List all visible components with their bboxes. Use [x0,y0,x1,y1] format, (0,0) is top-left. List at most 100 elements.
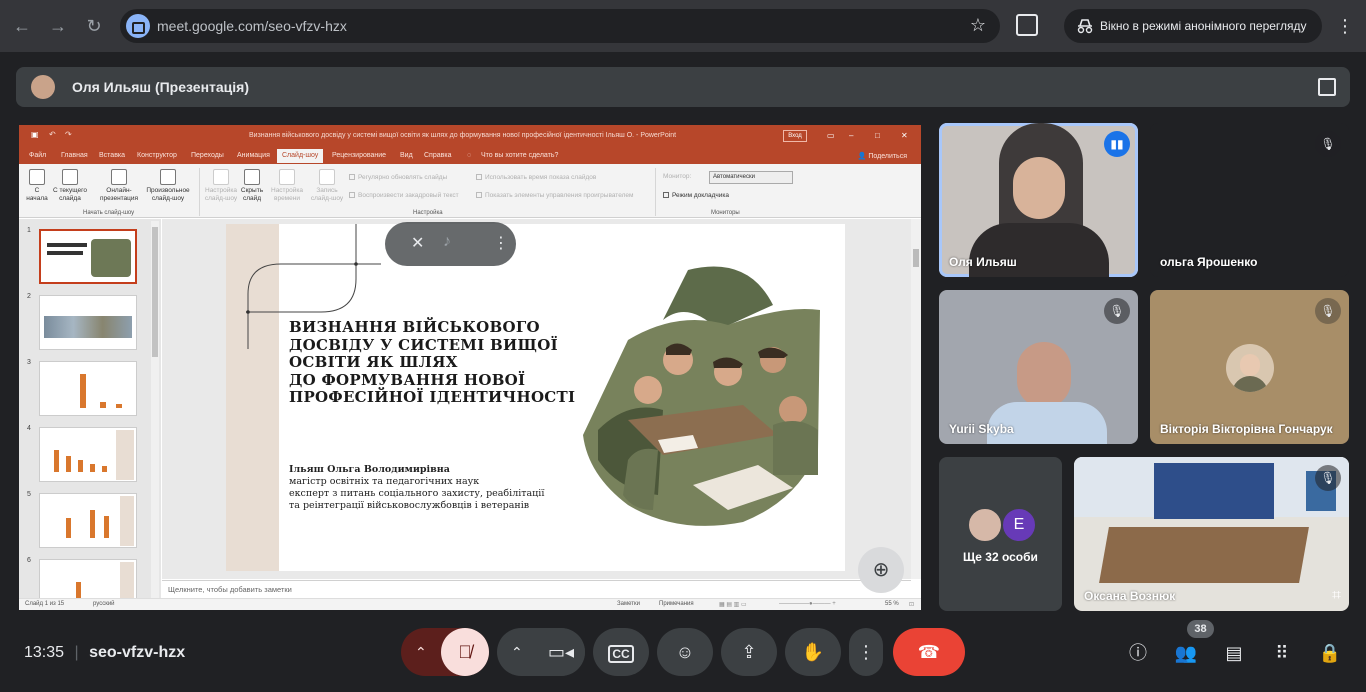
more-options-icon[interactable]: ⋮ [493,233,509,253]
thumb-number: 6 [27,557,31,564]
from-start-button[interactable]: С начала [25,169,49,203]
others-tile[interactable]: E Ще 32 особи [939,457,1062,611]
redo-icon[interactable]: ↷ [65,130,72,139]
room-banner [1154,463,1274,519]
extensions-icon[interactable] [1016,14,1038,36]
tab-help[interactable]: Справка [424,152,451,159]
camera-toggle-button[interactable]: ▭◂ [537,628,585,676]
rehearse-timings-button[interactable]: Настройка времени [269,169,305,203]
present-screen-button[interactable]: ⇪ [721,628,777,676]
notes-pane[interactable]: Щелкните, чтобы добавить заметки [162,580,911,598]
slide-thumbnail[interactable] [39,559,137,600]
slide-scrollbar[interactable] [911,219,921,579]
ribbon-options-icon[interactable]: ▭ [827,131,835,140]
participant-tile[interactable]: 🎙 Оксана Вознюк ⌗ [1074,457,1349,611]
tab-file[interactable]: Файл [29,152,46,159]
activities-button[interactable]: ⠿ [1269,640,1295,666]
option-timings[interactable]: Использовать время показа слайдов [476,174,596,182]
record-slideshow-button[interactable]: Запись слайд-шоу [307,169,347,203]
presenter-view-option[interactable]: Режим докладчика [663,192,729,200]
audio-options-chevron-icon[interactable]: ⌃ [415,628,427,676]
people-button[interactable]: 👥 [1173,640,1199,666]
participant-tile[interactable]: 🎙 ольга Ярошенко [1150,123,1349,277]
slide-thumbnail[interactable] [39,493,137,548]
present-icon: ⇪ [741,642,757,662]
maximize-icon[interactable]: □ [875,131,880,140]
crop-icon[interactable]: ⌗ [1332,587,1341,605]
online-presentation-button[interactable]: Онлайн-презентация [93,169,145,203]
slide-thumbnail[interactable] [39,361,137,416]
host-controls-button[interactable]: 🔒 [1317,640,1343,666]
option-narration[interactable]: Воспроизвести закадровый текст [349,192,459,200]
tab-view[interactable]: Вид [400,152,413,159]
comments-toggle[interactable]: Примечания [659,601,694,607]
reactions-button[interactable]: ☺ [657,628,713,676]
slideshow-current-icon [62,169,78,185]
people-icon: 👥 [1174,643,1198,663]
minimize-icon[interactable]: – [849,131,853,140]
notes-toggle[interactable]: Заметки [617,601,640,607]
slide-title-line: ПРОФЕСІЙНОЇ ІДЕНТИЧНОСТІ [289,388,576,406]
raise-hand-button[interactable]: ✋ [785,628,841,676]
participant-tile[interactable]: 🎙 Вікторія Вікторівна Гончарук [1150,290,1349,444]
video-options-chevron-icon[interactable]: ⌃ [511,628,523,676]
tab-review[interactable]: Рецензирование [332,152,386,159]
site-info-icon[interactable] [126,14,150,38]
zoom-in-button[interactable]: ⊕ [858,547,904,593]
mic-off-icon[interactable]: ✕ [411,233,424,253]
tab-home[interactable]: Главная [61,152,88,159]
tell-me-search[interactable]: Что вы хотите сделать? [481,152,558,159]
browser-menu-icon[interactable]: ⋮ [1336,14,1354,38]
ppt-login-button[interactable]: Вход [783,130,807,142]
participant-tile[interactable]: 🎙 Yurii Skyba [939,290,1138,444]
captions-button[interactable]: CC [593,628,649,676]
more-options-button[interactable]: ⋮ [849,628,883,676]
close-icon[interactable]: ✕ [901,131,908,140]
meeting-details-button[interactable]: ⓘ [1125,640,1151,666]
bookmark-star-icon[interactable]: ☆ [970,15,986,36]
forward-icon[interactable]: → [46,14,70,38]
tab-transitions[interactable]: Переходы [191,152,224,159]
fit-slide-icon[interactable]: ⊡ [909,601,914,608]
save-icon[interactable]: ▣ [31,130,39,139]
leave-call-button[interactable]: ☎ [893,628,965,676]
custom-slideshow-button[interactable]: Произвольное слайд-шоу [143,169,193,203]
participant-tile[interactable]: ▮▮ Оля Ильяш [939,123,1138,277]
scroll-thumb[interactable] [913,249,919,267]
tab-design[interactable]: Конструктор [137,152,177,159]
mic-toggle-button[interactable]: 🎙̸ [441,628,489,676]
tab-insert[interactable]: Вставка [99,152,125,159]
share-button[interactable]: 👤 Поделиться [858,152,907,160]
slide-thumbnail[interactable] [39,295,137,350]
from-current-button[interactable]: С текущего слайда [53,169,87,203]
room-table [1099,527,1309,583]
slide-thumbnail[interactable] [39,427,137,482]
thumbnails-scrollbar[interactable] [151,221,159,599]
slide-thumbnail[interactable] [39,229,137,284]
zoom-slider[interactable]: —————●——— + [779,601,836,607]
participant-avatar [1226,344,1274,392]
hangup-icon: ☎ [917,642,941,662]
scroll-thumb[interactable] [152,227,158,357]
minimize-presentation-icon[interactable] [1318,78,1336,96]
tab-animations[interactable]: Анимация [237,152,270,159]
current-slide[interactable]: ВИЗНАННЯ ВІЙСЬКОВОГО ДОСВІДУ У СИСТЕМІ В… [226,224,845,571]
setup-slideshow-button[interactable]: Настройка слайд-шоу [203,169,239,203]
address-bar[interactable]: meet.google.com/seo-vfzv-hzx ☆ [120,9,1000,43]
option-controls[interactable]: Показать элементы управления проигрывате… [476,192,633,200]
browser-toolbar: ← → ↻ meet.google.com/seo-vfzv-hzx ☆ Вік… [0,0,1366,52]
hide-slide-button[interactable]: Скрыть слайд [239,169,265,203]
slide-author-line: та реінтеграції військовослужбовців і ве… [289,500,530,511]
undo-icon[interactable]: ↶ [49,130,56,139]
option-refresh[interactable]: Регулярно обновлять слайды [349,174,447,182]
back-icon[interactable]: ← [10,14,34,38]
tab-slideshow[interactable]: Слайд-шоу [277,149,324,163]
view-normal-icon[interactable]: ▦ ▤ ▥ ▭ [719,601,747,608]
volume-off-icon[interactable]: ♪ [443,233,451,251]
incognito-indicator[interactable]: Вікно в режимі анонімного перегляду [1064,9,1322,43]
monitor-select[interactable]: Автоматически [709,171,793,184]
chat-button[interactable]: ▤ [1221,640,1247,666]
thumb-number: 2 [27,293,31,300]
language-indicator[interactable]: русский [93,601,115,607]
reload-icon[interactable]: ↻ [82,14,106,38]
